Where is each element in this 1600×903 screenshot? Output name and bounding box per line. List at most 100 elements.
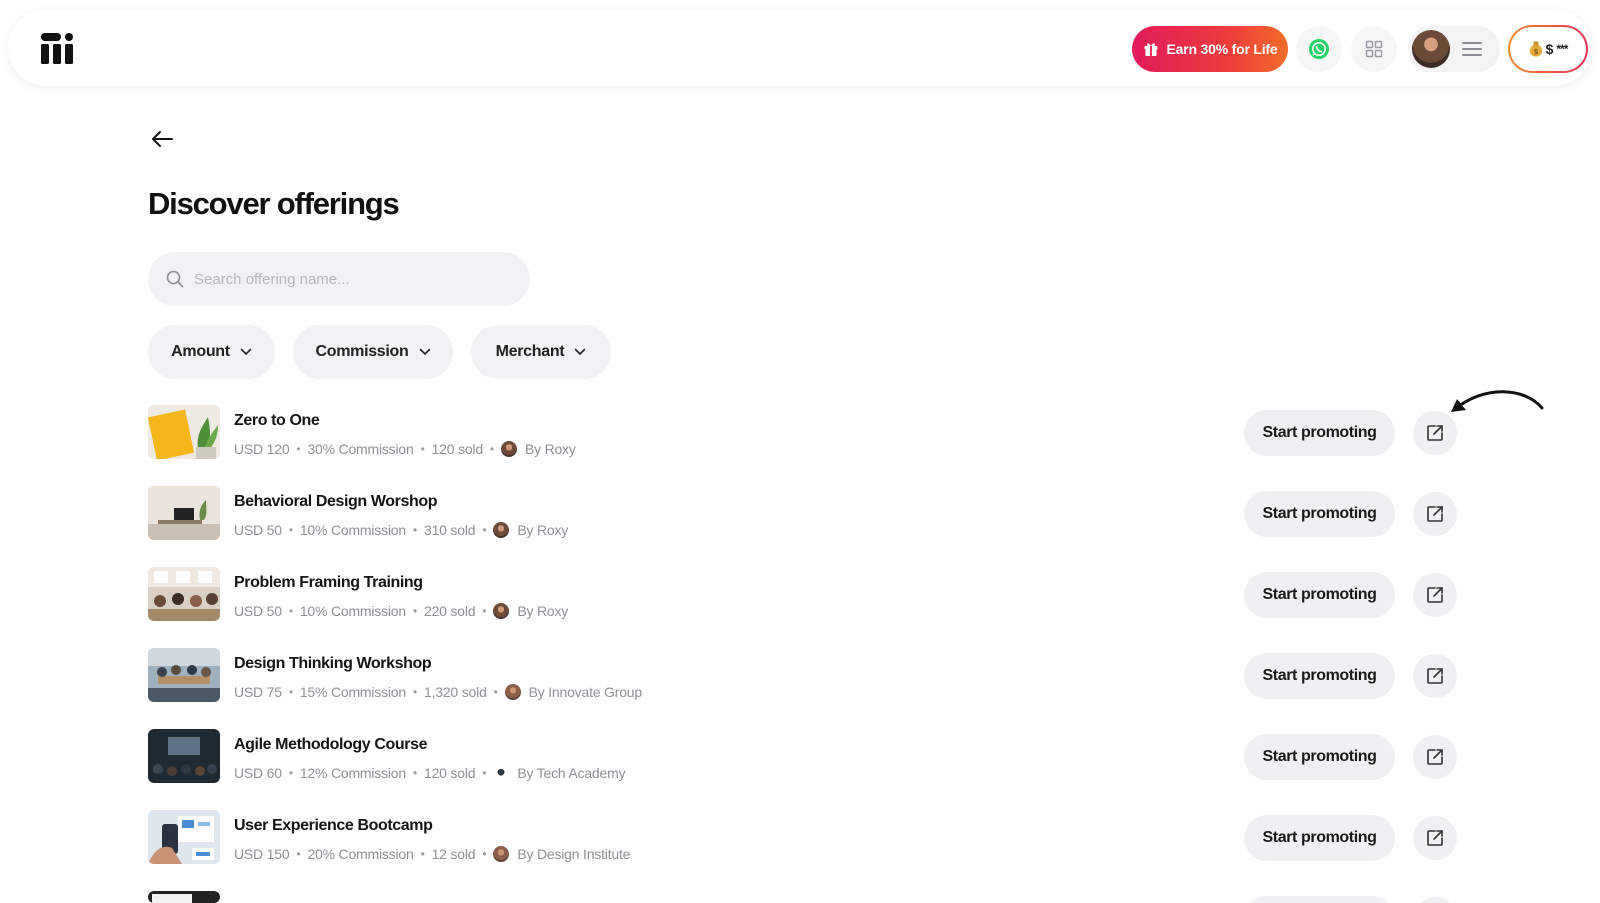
balance-currency: $ xyxy=(1545,41,1554,57)
promo-button-partial[interactable] xyxy=(1244,896,1395,903)
filter-commission-dropdown[interactable]: Commission xyxy=(293,325,453,379)
search-icon xyxy=(166,270,184,288)
offering-title[interactable]: Behavioral Design Worshop xyxy=(234,493,437,511)
filter-amount-dropdown[interactable]: Amount xyxy=(148,325,275,379)
start-promoting-button[interactable]: Start promoting xyxy=(1244,410,1395,456)
external-link-icon xyxy=(1427,587,1443,603)
external-link-icon xyxy=(1427,830,1443,846)
chevron-down-icon xyxy=(575,348,586,356)
offering-commission: 12% Commission xyxy=(299,765,406,781)
offering-title[interactable]: User Experience Bootcamp xyxy=(234,817,433,835)
offering-meta: USD 150 • 20% Commission • 12 sold • By Des… xyxy=(234,846,631,862)
offering-price: USD 60 xyxy=(234,765,282,781)
offering-thumbnail xyxy=(148,648,220,702)
balance-masked-value: *** xyxy=(1556,42,1568,56)
offering-commission: 10% Commission xyxy=(299,603,406,619)
offering-commission: 20% Commission xyxy=(307,846,414,862)
open-external-button[interactable] xyxy=(1413,654,1457,698)
offering-sold-count: 12 sold xyxy=(431,846,476,862)
chevron-down-icon xyxy=(419,348,430,356)
offering-sold-count: 120 sold xyxy=(423,765,476,781)
hamburger-menu-icon xyxy=(1462,42,1482,56)
merchant-avatar xyxy=(493,765,510,781)
merchant-avatar xyxy=(493,522,510,538)
offering-commission: 30% Commission xyxy=(307,441,414,457)
start-promoting-button[interactable]: Start promoting xyxy=(1244,572,1395,618)
merchant-avatar xyxy=(493,846,510,862)
offering-meta: USD 50 • 10% Commission • 220 sold • By Rox… xyxy=(234,603,569,619)
open-external-button[interactable] xyxy=(1413,735,1457,779)
filter-merchant-label: Merchant xyxy=(495,343,565,360)
open-external-button[interactable] xyxy=(1413,492,1457,536)
chevron-down-icon xyxy=(240,348,252,356)
offering-merchant: By Design Institute xyxy=(517,846,631,862)
offering-title[interactable]: Zero to One xyxy=(234,412,320,430)
offering-sold-count: 310 sold xyxy=(423,522,476,538)
offering-sold-count: 220 sold xyxy=(423,603,476,619)
external-link-icon xyxy=(1427,425,1443,441)
offering-price: USD 75 xyxy=(234,684,282,700)
offering-merchant: By Tech Academy xyxy=(517,765,626,781)
offering-thumbnail xyxy=(148,486,220,540)
external-link-icon xyxy=(1427,668,1443,684)
offering-row: Behavioral Design Worshop USD 50 • 10% Co… xyxy=(148,486,1457,542)
offering-sold-count: 120 sold xyxy=(431,441,484,457)
offering-merchant: By Roxy xyxy=(524,441,576,457)
whatsapp-button[interactable] xyxy=(1296,26,1342,72)
offering-title[interactable]: Problem Framing Training xyxy=(234,574,423,592)
gift-icon xyxy=(1144,43,1158,56)
app-logo-icon[interactable] xyxy=(40,32,74,64)
apps-grid-icon xyxy=(1365,40,1383,58)
user-avatar xyxy=(1412,30,1450,68)
start-promoting-button[interactable]: Start promoting xyxy=(1244,653,1395,699)
top-navigation-bar: Earn 30% for Life $ $ *** xyxy=(8,10,1592,86)
whatsapp-icon xyxy=(1309,39,1329,59)
offering-thumbnail xyxy=(148,405,220,459)
profile-menu-button[interactable] xyxy=(1408,26,1500,72)
offering-row: Design Thinking Workshop USD 75 • 15% Com… xyxy=(148,648,1457,704)
filter-merchant-dropdown[interactable]: Merchant xyxy=(471,325,611,379)
merchant-avatar xyxy=(493,603,510,619)
page-title: Discover offerings xyxy=(148,186,400,221)
offering-row: User Experience Bootcamp USD 150 • 20% Co… xyxy=(148,810,1457,866)
offering-merchant: By Roxy xyxy=(517,603,569,619)
external-link-icon xyxy=(1427,506,1443,522)
open-external-button[interactable] xyxy=(1413,573,1457,617)
start-promoting-button[interactable]: Start promoting xyxy=(1244,815,1395,861)
offering-title[interactable]: Agile Methodology Course xyxy=(234,736,427,754)
offering-row: Zero to One USD 120 • 30% Commission • 120… xyxy=(148,405,1457,461)
open-external-button[interactable] xyxy=(1413,816,1457,860)
filter-amount-label: Amount xyxy=(171,343,230,360)
offering-row-partial xyxy=(148,891,1456,903)
offering-meta: USD 60 • 12% Commission • 120 sold • By Tec… xyxy=(234,765,626,781)
link-button-partial[interactable] xyxy=(1413,897,1456,903)
filter-commission-label: Commission xyxy=(315,343,409,360)
money-bag-icon: $ xyxy=(1529,41,1542,57)
search-input[interactable] xyxy=(194,270,514,288)
offering-thumbnail xyxy=(148,567,220,621)
balance-button[interactable]: $ $ *** xyxy=(1508,25,1588,73)
earn-referral-button[interactable]: Earn 30% for Life xyxy=(1132,26,1288,72)
offering-price: USD 50 xyxy=(234,603,282,619)
svg-text:$: $ xyxy=(1533,48,1538,56)
offering-commission: 15% Commission xyxy=(299,684,406,700)
offering-thumbnail xyxy=(148,810,220,864)
offering-thumbnail xyxy=(148,729,220,783)
offering-title[interactable]: Design Thinking Workshop xyxy=(234,655,432,673)
offering-row: Problem Framing Training USD 50 • 10% Com… xyxy=(148,567,1457,623)
offering-price: USD 120 xyxy=(234,441,290,457)
offering-meta: USD 50 • 10% Commission • 310 sold • By Rox… xyxy=(234,522,569,538)
offering-row: Agile Methodology Course USD 60 • 12% Com… xyxy=(148,729,1457,785)
offering-commission: 10% Commission xyxy=(299,522,406,538)
search-bar[interactable] xyxy=(148,252,530,306)
offering-meta: USD 75 • 15% Commission • 1,320 sold • By I… xyxy=(234,684,642,700)
merchant-avatar xyxy=(504,684,521,700)
apps-grid-button[interactable] xyxy=(1351,26,1397,72)
start-promoting-button[interactable]: Start promoting xyxy=(1244,491,1395,537)
offering-merchant: By Roxy xyxy=(517,522,569,538)
offering-thumbnail xyxy=(148,891,220,903)
start-promoting-button[interactable]: Start promoting xyxy=(1244,734,1395,780)
annotation-arrow-icon xyxy=(1451,390,1544,412)
back-arrow-icon[interactable] xyxy=(150,129,174,149)
offering-price: USD 150 xyxy=(234,846,290,862)
